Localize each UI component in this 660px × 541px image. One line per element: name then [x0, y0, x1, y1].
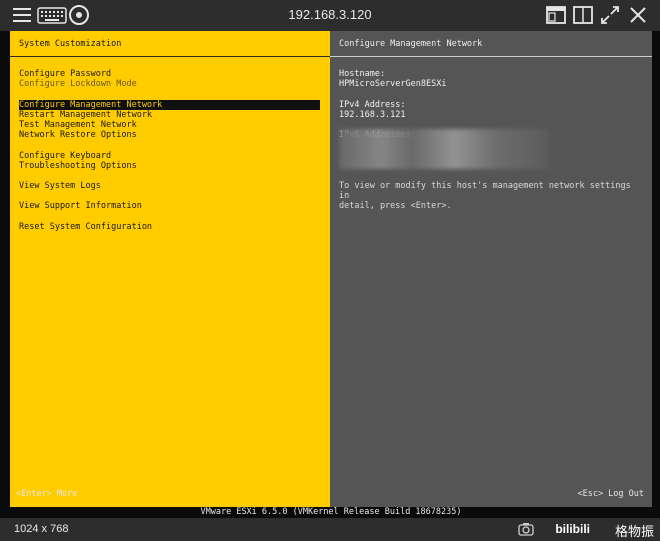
menu-item-configure-lockdown-mode[interactable]: Configure Lockdown Mode [19, 79, 320, 89]
menu-item-network-restore-options[interactable]: Network Restore Options [19, 130, 320, 140]
system-customization-pane: System Customization Configure Password C… [10, 31, 330, 507]
management-network-hint: To view or modify this host's management… [339, 181, 646, 212]
remote-console-toolbar: 192.168.3.120 [0, 0, 660, 31]
status-bar: 1024 x 768 bilibili 格物振 [0, 518, 660, 541]
close-icon[interactable] [627, 4, 651, 26]
menu-item-configure-management-network[interactable]: Configure Management Network [19, 99, 320, 110]
menu-item-test-management-network[interactable]: Test Management Network [19, 120, 320, 130]
pane-title-left: System Customization [10, 31, 330, 57]
esxi-build-info: VMware ESXi 6.5.0 (VMKernel Release Buil… [10, 507, 652, 518]
menu-item-troubleshooting-options[interactable]: Troubleshooting Options [19, 161, 320, 171]
camera-icon[interactable] [518, 521, 534, 537]
menu-item-view-support-information[interactable]: View Support Information [19, 201, 320, 211]
menu-item-configure-password[interactable]: Configure Password [19, 69, 320, 79]
esc-logout-hint: <Esc> Log Out [577, 488, 644, 499]
menu-item-restart-management-network[interactable]: Restart Management Network [19, 110, 320, 120]
hostname-label: Hostname: [339, 69, 386, 79]
menu-item-reset-system-configuration[interactable]: Reset System Configuration [19, 222, 320, 232]
customization-menu: Configure Password Configure Lockdown Mod… [19, 69, 320, 232]
ipv4-label: IPv4 Address: [339, 99, 406, 110]
hint-line-1: To view or modify this host's management… [339, 181, 631, 202]
watermark-text: 格物振 [614, 524, 654, 539]
menu-item-configure-keyboard[interactable]: Configure Keyboard [19, 151, 320, 161]
menu-item-view-system-logs[interactable]: View System Logs [19, 181, 320, 191]
esxi-console[interactable]: System Customization Configure Password C… [0, 31, 660, 518]
screen-resolution: 1024 x 768 [14, 523, 69, 535]
bilibili-watermark-logo: bilibili [555, 522, 590, 536]
hostname-value: HPMicroServerGen8ESXi [339, 79, 447, 90]
menu-spacer [19, 89, 320, 99]
details-pane: Configure Management Network Hostname: H… [330, 31, 652, 507]
hint-line-2: detail, press <Enter>. [339, 201, 452, 212]
redacted-ipv6-area [339, 129, 549, 169]
ipv4-value: 192.168.3.121 [339, 109, 406, 120]
menu-spacer [19, 140, 320, 150]
menu-spacer [19, 171, 320, 181]
split-window-icon[interactable] [572, 4, 596, 26]
menu-spacer [19, 212, 320, 222]
menu-spacer [19, 191, 320, 201]
fullscreen-icon[interactable] [599, 4, 623, 26]
window-icon[interactable] [545, 4, 569, 26]
pane-title-right: Configure Management Network [330, 31, 652, 57]
enter-more-hint: <Enter> More [16, 488, 78, 499]
